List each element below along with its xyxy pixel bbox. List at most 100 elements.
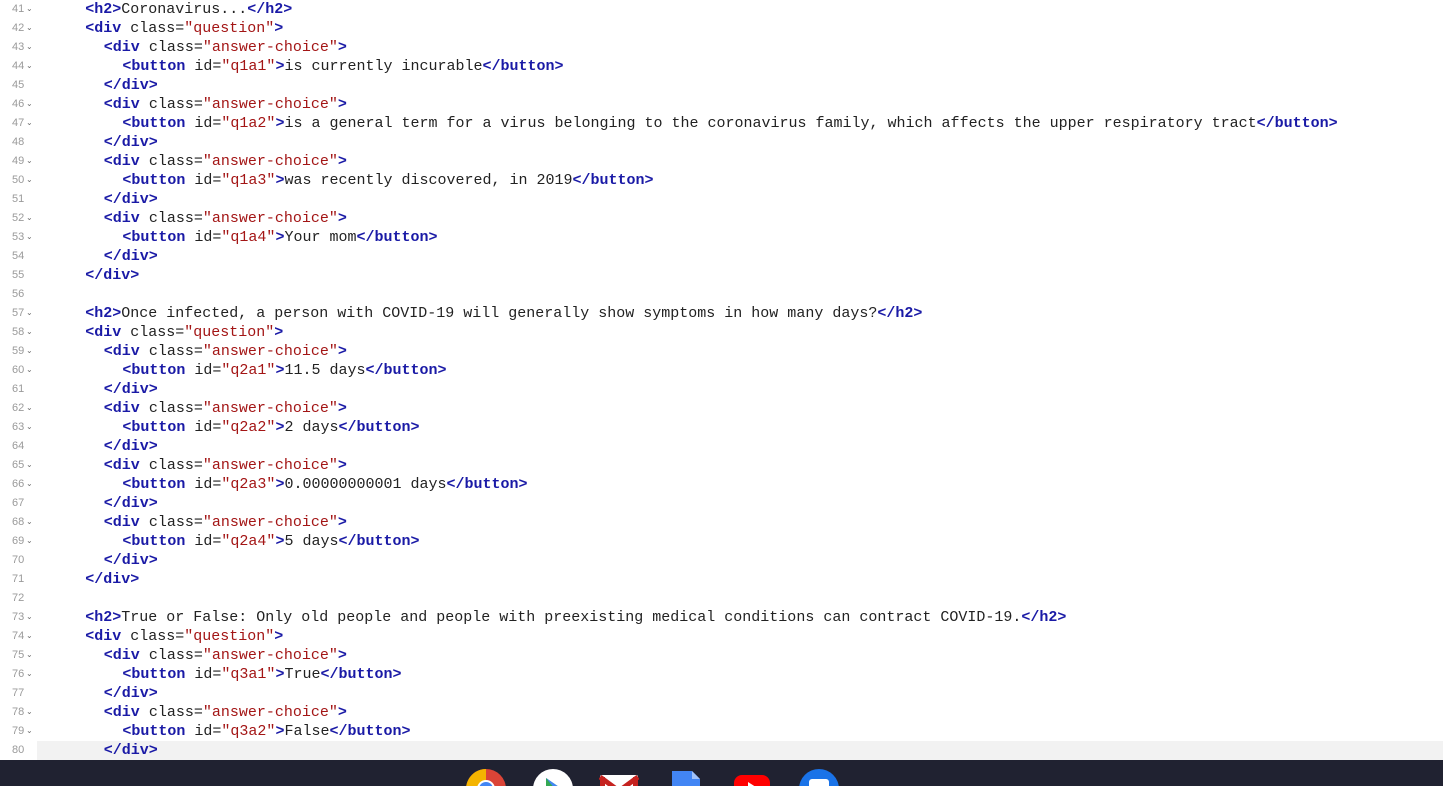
code-line[interactable]: 44 ⌄ <button id="q1a1">is currently incura…: [0, 57, 1443, 76]
code-text[interactable]: <div class="answer-choice">: [104, 703, 347, 722]
code-line[interactable]: 62 ⌄ <div class="answer-choice">: [0, 399, 1443, 418]
code-text[interactable]: <div class="answer-choice">: [104, 95, 347, 114]
fold-chevron-icon[interactable]: ⌄: [26, 461, 34, 469]
code-text[interactable]: </div>: [104, 380, 158, 399]
code-line[interactable]: 42 ⌄ <div class="question">: [0, 19, 1443, 38]
play-store-icon[interactable]: [533, 769, 573, 786]
code-line[interactable]: 61 </div>: [0, 380, 1443, 399]
fold-chevron-icon[interactable]: ⌄: [26, 62, 34, 70]
code-line[interactable]: 75 ⌄ <div class="answer-choice">: [0, 646, 1443, 665]
code-line[interactable]: 50 ⌄ <button id="q1a3">was recently discov…: [0, 171, 1443, 190]
fold-chevron-icon[interactable]: ⌄: [26, 651, 34, 659]
youtube-icon[interactable]: [732, 769, 772, 786]
fold-chevron-icon[interactable]: ⌄: [26, 518, 34, 526]
code-line[interactable]: 80 </div>: [0, 741, 1443, 760]
code-editor[interactable]: 41 ⌄ <h2>Coronavirus...</h2> 42 ⌄ <div class=…: [0, 0, 1443, 760]
code-text[interactable]: <button id="q2a3">0.00000000001 days</bu…: [122, 475, 527, 494]
code-text[interactable]: </div>: [104, 76, 158, 95]
code-text[interactable]: <div class="answer-choice">: [104, 646, 347, 665]
code-text[interactable]: <button id="q1a1">is currently incurable…: [122, 57, 563, 76]
code-line[interactable]: 53 ⌄ <button id="q1a4">Your mom</button>: [0, 228, 1443, 247]
code-text[interactable]: <button id="q3a1">True</button>: [122, 665, 401, 684]
code-text[interactable]: <div class="answer-choice">: [104, 38, 347, 57]
code-text[interactable]: </div>: [104, 551, 158, 570]
code-line[interactable]: 47 ⌄ <button id="q1a2">is a general term f…: [0, 114, 1443, 133]
fold-chevron-icon[interactable]: ⌄: [26, 632, 34, 640]
code-line[interactable]: 68 ⌄ <div class="answer-choice">: [0, 513, 1443, 532]
code-line[interactable]: 46 ⌄ <div class="answer-choice">: [0, 95, 1443, 114]
code-line[interactable]: 60 ⌄ <button id="q2a1">11.5 days</button>: [0, 361, 1443, 380]
code-text[interactable]: <div class="answer-choice">: [104, 209, 347, 228]
fold-chevron-icon[interactable]: ⌄: [26, 157, 34, 165]
fold-chevron-icon[interactable]: ⌄: [26, 708, 34, 716]
fold-chevron-icon[interactable]: ⌄: [26, 309, 34, 317]
code-line[interactable]: 63 ⌄ <button id="q2a2">2 days</button>: [0, 418, 1443, 437]
fold-chevron-icon[interactable]: ⌄: [26, 24, 34, 32]
code-text[interactable]: <div class="question">: [85, 323, 283, 342]
chrome-icon[interactable]: [466, 769, 506, 786]
fold-chevron-icon[interactable]: ⌄: [26, 214, 34, 222]
code-line[interactable]: 48 </div>: [0, 133, 1443, 152]
fold-chevron-icon[interactable]: ⌄: [26, 537, 34, 545]
code-line[interactable]: 58 ⌄ <div class="question">: [0, 323, 1443, 342]
code-text[interactable]: <h2>True or False: Only old people and p…: [85, 608, 1066, 627]
code-line[interactable]: 67 </div>: [0, 494, 1443, 513]
code-text[interactable]: </div>: [104, 684, 158, 703]
code-line[interactable]: 57 ⌄ <h2>Once infected, a person with COVI…: [0, 304, 1443, 323]
code-text[interactable]: <h2>Once infected, a person with COVID-1…: [85, 304, 922, 323]
code-line[interactable]: 71 </div>: [0, 570, 1443, 589]
code-text[interactable]: <button id="q1a4">Your mom</button>: [122, 228, 437, 247]
code-text[interactable]: <button id="q2a2">2 days</button>: [122, 418, 419, 437]
code-text[interactable]: </div>: [104, 190, 158, 209]
fold-chevron-icon[interactable]: ⌄: [26, 233, 34, 241]
code-line[interactable]: 76 ⌄ <button id="q3a1">True</button>: [0, 665, 1443, 684]
gmail-icon[interactable]: [599, 769, 639, 786]
code-text[interactable]: <div class="answer-choice">: [104, 342, 347, 361]
code-line[interactable]: 45 </div>: [0, 76, 1443, 95]
code-line[interactable]: 65 ⌄ <div class="answer-choice">: [0, 456, 1443, 475]
code-line[interactable]: 70 </div>: [0, 551, 1443, 570]
code-text[interactable]: </div>: [104, 494, 158, 513]
code-text[interactable]: <div class="question">: [85, 19, 283, 38]
fold-chevron-icon[interactable]: ⌄: [26, 347, 34, 355]
messages-icon[interactable]: [799, 769, 839, 786]
docs-icon[interactable]: [666, 769, 706, 786]
code-line[interactable]: 66 ⌄ <button id="q2a3">0.00000000001 days<…: [0, 475, 1443, 494]
code-text[interactable]: <h2>Coronavirus...</h2>: [85, 0, 292, 19]
code-text[interactable]: </div>: [104, 741, 158, 760]
fold-chevron-icon[interactable]: ⌄: [26, 670, 34, 678]
code-text[interactable]: </div>: [104, 133, 158, 152]
code-text[interactable]: <button id="q3a2">False</button>: [122, 722, 410, 741]
code-line[interactable]: 64 </div>: [0, 437, 1443, 456]
code-text[interactable]: <div class="answer-choice">: [104, 513, 347, 532]
code-line[interactable]: 51 </div>: [0, 190, 1443, 209]
code-line[interactable]: 74 ⌄ <div class="question">: [0, 627, 1443, 646]
fold-chevron-icon[interactable]: ⌄: [26, 727, 34, 735]
code-text[interactable]: </div>: [104, 247, 158, 266]
code-line[interactable]: 55 </div>: [0, 266, 1443, 285]
fold-chevron-icon[interactable]: ⌄: [26, 404, 34, 412]
code-text[interactable]: <div class="answer-choice">: [104, 399, 347, 418]
fold-chevron-icon[interactable]: ⌄: [26, 119, 34, 127]
code-line[interactable]: 43 ⌄ <div class="answer-choice">: [0, 38, 1443, 57]
fold-chevron-icon[interactable]: ⌄: [26, 5, 34, 13]
code-line[interactable]: 69 ⌄ <button id="q2a4">5 days</button>: [0, 532, 1443, 551]
fold-chevron-icon[interactable]: ⌄: [26, 613, 34, 621]
code-text[interactable]: <div class="answer-choice">: [104, 152, 347, 171]
code-text[interactable]: <button id="q1a2">is a general term for …: [122, 114, 1337, 133]
fold-chevron-icon[interactable]: ⌄: [26, 176, 34, 184]
code-text[interactable]: <div class="question">: [85, 627, 283, 646]
fold-chevron-icon[interactable]: ⌄: [26, 480, 34, 488]
code-line[interactable]: 73 ⌄ <h2>True or False: Only old people an…: [0, 608, 1443, 627]
code-line[interactable]: 52 ⌄ <div class="answer-choice">: [0, 209, 1443, 228]
code-text[interactable]: <button id="q2a1">11.5 days</button>: [122, 361, 446, 380]
code-text[interactable]: </div>: [85, 570, 139, 589]
fold-chevron-icon[interactable]: ⌄: [26, 43, 34, 51]
code-line[interactable]: 79 ⌄ <button id="q3a2">False</button>: [0, 722, 1443, 741]
fold-chevron-icon[interactable]: ⌄: [26, 328, 34, 336]
code-line[interactable]: 54 </div>: [0, 247, 1443, 266]
code-line[interactable]: 59 ⌄ <div class="answer-choice">: [0, 342, 1443, 361]
fold-chevron-icon[interactable]: ⌄: [26, 366, 34, 374]
code-line[interactable]: 78 ⌄ <div class="answer-choice">: [0, 703, 1443, 722]
code-text[interactable]: <div class="answer-choice">: [104, 456, 347, 475]
